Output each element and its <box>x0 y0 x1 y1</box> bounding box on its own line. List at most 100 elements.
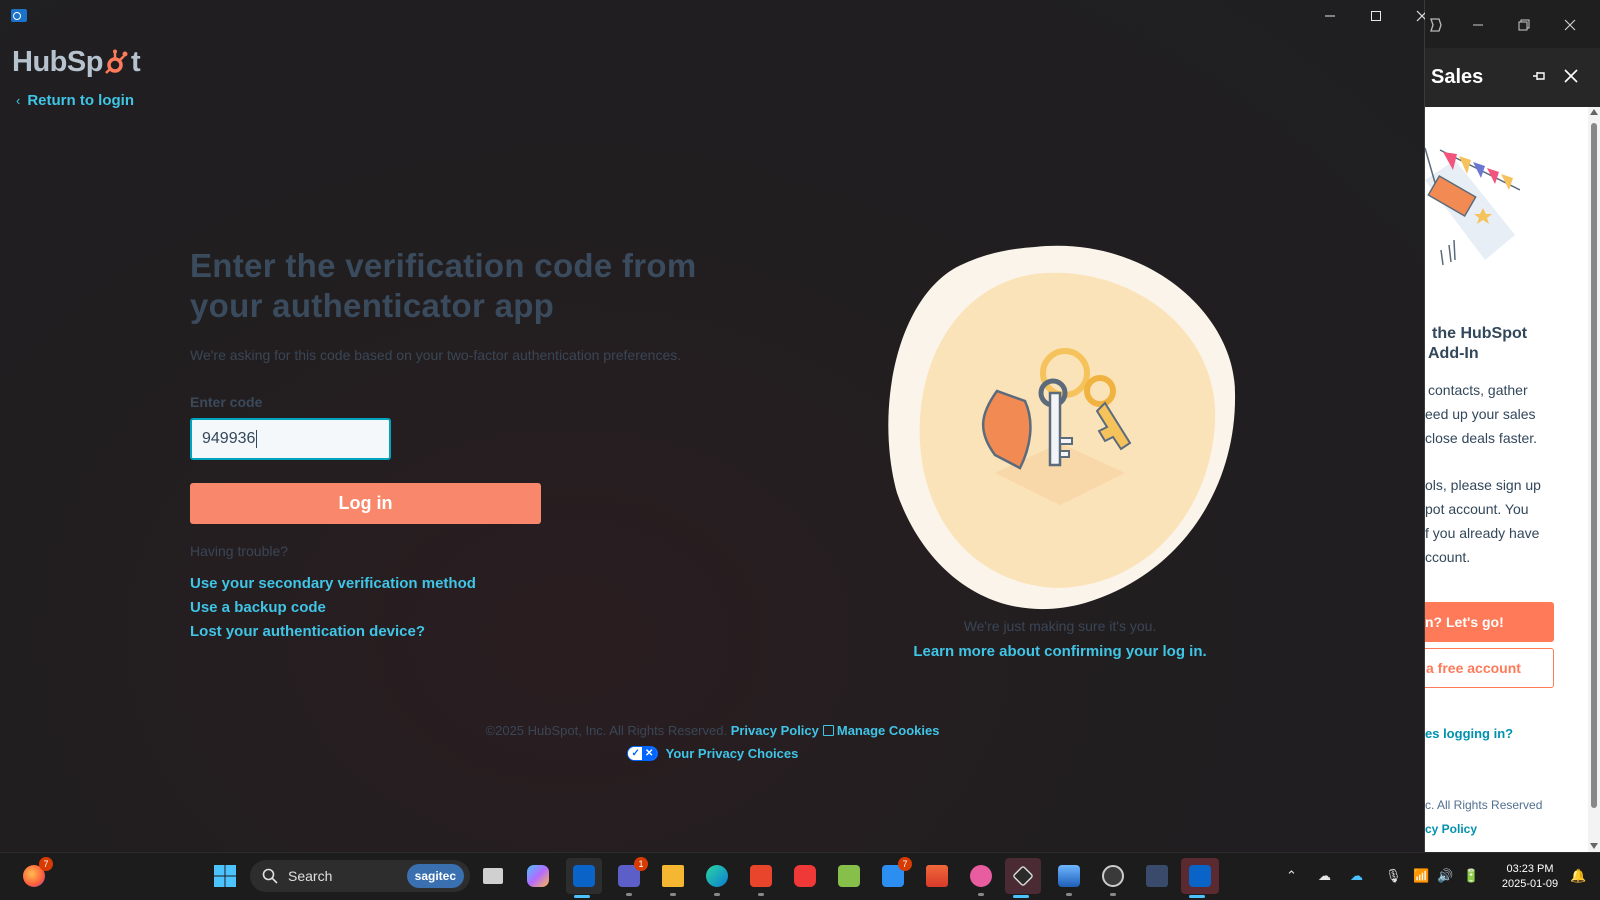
edge-taskbar-icon[interactable] <box>701 860 733 896</box>
outlook-taskbar-icon[interactable] <box>566 858 602 898</box>
search-placeholder: Search <box>288 868 333 884</box>
stack-app-icon <box>926 865 948 887</box>
lets-go-button[interactable]: n? Let's go! <box>1425 602 1554 642</box>
app-taskbar-icon-red-s[interactable] <box>745 860 777 896</box>
copilot-icon[interactable] <box>1427 16 1445 34</box>
addin-para2-line4: ccount. <box>1425 549 1471 565</box>
logo-text-start: HubSp <box>12 45 103 78</box>
return-to-login-link[interactable]: ‹ Return to login <box>16 92 134 109</box>
minimize-icon[interactable] <box>1471 18 1485 32</box>
notifications-icon[interactable]: 🔔 <box>1570 868 1586 884</box>
page-subtitle: We're asking for this code based on your… <box>190 347 682 363</box>
chevron-left-icon: ‹ <box>16 93 21 108</box>
show-hidden-icons[interactable]: ⌃ <box>1286 868 1297 884</box>
red-s-app-icon <box>750 865 772 887</box>
lock-app-taskbar-icon[interactable] <box>1097 860 1129 896</box>
power-icon <box>970 865 992 887</box>
firefox-taskbar-icon[interactable]: 7 <box>18 857 53 892</box>
stack-app-taskbar-icon[interactable] <box>921 860 953 892</box>
logo-text-end: t <box>130 45 141 78</box>
task-view-button[interactable] <box>477 860 509 892</box>
taskbar-clock[interactable]: 03:23 PM 2025-01-09 <box>1490 862 1570 892</box>
todo-taskbar-icon[interactable]: 7 <box>877 857 912 892</box>
backup-code-link[interactable]: Use a backup code <box>190 599 326 616</box>
copilot-taskbar-icon[interactable] <box>522 860 554 892</box>
addin-para1-line3: close deals faster. <box>1425 430 1538 446</box>
close-pane-icon[interactable] <box>1563 68 1579 84</box>
todo-badge: 7 <box>898 857 912 871</box>
privacy-choices-icon: ✓ ✕ <box>626 746 658 761</box>
create-free-account-button[interactable]: a free account <box>1425 648 1554 688</box>
page-title: Enter the verification code from your au… <box>190 247 697 324</box>
outlook-active-taskbar-icon[interactable] <box>1181 858 1219 898</box>
restore-icon[interactable] <box>1517 18 1531 32</box>
addin-para2-line3: f you already have <box>1425 525 1540 541</box>
privacy-choices-label: Your Privacy Choices <box>665 746 799 761</box>
search-icon <box>262 868 278 884</box>
start-button[interactable] <box>209 860 241 892</box>
task-view-icon <box>483 868 503 884</box>
log-in-button[interactable]: Log in <box>190 483 541 524</box>
sprocket-icon <box>104 49 130 75</box>
magnifier-app-icon <box>1146 865 1168 887</box>
outlook-icon <box>1189 865 1211 887</box>
addin-heading-line2: Add-In <box>1428 345 1479 362</box>
outlook-icon <box>573 865 595 887</box>
manage-cookies-link[interactable]: Manage Cookies <box>837 723 940 738</box>
having-trouble-text: Having trouble? <box>190 543 289 559</box>
learn-more-link[interactable]: Learn more about confirming your log in. <box>885 643 1235 660</box>
minimize-button[interactable] <box>1307 0 1353 32</box>
photos-taskbar-icon[interactable] <box>1053 860 1085 896</box>
lock-icon <box>1102 865 1124 887</box>
clock-time: 03:23 PM <box>1506 863 1554 875</box>
windows-logo-icon <box>214 865 236 887</box>
scroll-down-icon[interactable] <box>1590 843 1598 849</box>
onedrive-icon[interactable]: ☁ <box>1350 868 1363 884</box>
addin-heading-line1: the HubSpot <box>1432 325 1528 342</box>
file-explorer-taskbar-icon[interactable] <box>657 860 689 896</box>
close-icon[interactable] <box>1563 18 1577 32</box>
hubspot-logo: HubSp t <box>12 42 152 82</box>
verification-code-input[interactable]: 949936 <box>190 418 391 460</box>
scrollbar-thumb[interactable] <box>1591 123 1597 808</box>
addin-para1-line2: eed up your sales <box>1425 406 1536 422</box>
volume-icon[interactable]: 🔊 <box>1437 868 1453 884</box>
cloud-sync-icon[interactable]: ☁ <box>1318 868 1331 884</box>
scroll-up-icon[interactable] <box>1590 109 1598 115</box>
issues-logging-in-link[interactable]: es logging in? <box>1425 726 1513 741</box>
lost-device-link[interactable]: Lost your authentication device? <box>190 623 425 640</box>
pin-icon[interactable] <box>1531 68 1549 84</box>
layers-app-taskbar-icon[interactable] <box>1005 858 1041 898</box>
confirm-caption: We're just making sure it's you. <box>963 618 1157 634</box>
vivaldi-taskbar-icon[interactable] <box>789 860 821 892</box>
privacy-choices-link[interactable]: ✓ ✕ Your Privacy Choices <box>0 746 1425 761</box>
teams-badge: 1 <box>634 857 648 871</box>
wifi-icon[interactable]: 📶 <box>1413 868 1429 884</box>
outlook-app-icon <box>11 9 27 22</box>
page-footer: ©2025 HubSpot, Inc. All Rights Reserved.… <box>0 723 1425 738</box>
addin-privacy-link[interactable]: cy Policy <box>1425 822 1477 836</box>
maximize-button[interactable] <box>1353 0 1399 32</box>
microphone-icon[interactable]: 🎙 <box>1385 868 1402 884</box>
power-app-taskbar-icon[interactable] <box>965 860 997 896</box>
addin-title: Sales <box>1431 66 1484 88</box>
battery-icon[interactable]: 🔋 <box>1463 868 1479 884</box>
hubspot-login-window: HubSp t ‹ Return to login Enter the veri… <box>0 0 1428 852</box>
vivaldi-icon <box>794 865 816 887</box>
notepad-plus-taskbar-icon[interactable] <box>833 860 865 892</box>
notepad-plus-icon <box>838 865 860 887</box>
external-link-icon <box>822 725 834 736</box>
secondary-verification-link[interactable]: Use your secondary verification method <box>190 575 476 592</box>
outlook-title-bar <box>1425 0 1600 48</box>
text-caret <box>256 430 258 448</box>
taskbar-search-box[interactable]: Search sagitec <box>250 860 470 892</box>
code-field-label: Enter code <box>190 394 263 410</box>
teams-taskbar-icon[interactable]: 1 <box>613 857 648 896</box>
addin-scrollbar[interactable] <box>1588 107 1600 852</box>
title-bar <box>0 0 1428 32</box>
return-to-login-label: Return to login <box>27 92 134 109</box>
hubspot-sales-addin-pane: Sales the HubSpot Add-In contacts, gathe… <box>1425 0 1600 852</box>
privacy-policy-link[interactable]: Privacy Policy <box>731 723 819 738</box>
search-app-taskbar-icon[interactable] <box>1141 860 1173 892</box>
addin-header: Sales <box>1425 48 1600 107</box>
